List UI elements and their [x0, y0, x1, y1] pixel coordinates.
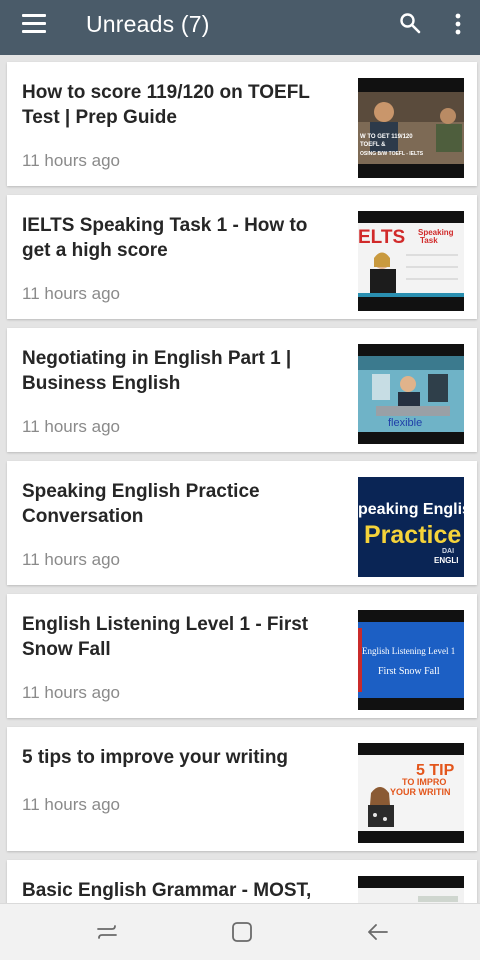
list-item[interactable]: Negotiating in English Part 1 | Business…: [7, 328, 477, 452]
thumbnail-art: flexible: [358, 356, 464, 432]
video-thumbnail: flexible: [358, 344, 464, 444]
video-thumbnail: [358, 876, 464, 903]
thumb-line-1: ELTS: [358, 227, 405, 248]
video-thumbnail: 5 TIP TO IMPRO YOUR WRITIN: [358, 743, 464, 843]
list-item[interactable]: IELTS Speaking Task 1 - How to get a hig…: [7, 195, 477, 319]
item-time: 11 hours ago: [22, 550, 120, 569]
item-time: 11 hours ago: [22, 683, 120, 702]
thumbnail-art: peaking Englis Practice DAI ENGLI: [358, 477, 464, 577]
item-title: IELTS Speaking Task 1 - How to get a hig…: [22, 215, 308, 261]
thumb-line-3: OSING B/W TOEFL - IELTS: [360, 151, 424, 157]
list-item[interactable]: Basic English Grammar - MOST, ALMOST or …: [7, 860, 477, 903]
thumbnail-art: ELTS Speaking Task: [358, 223, 464, 297]
item-title: Basic English Grammar - MOST, ALMOST or …: [22, 880, 312, 901]
item-title: 5 tips to improve your writing: [22, 747, 289, 768]
item-title: Negotiating in English Part 1 | Business…: [22, 348, 292, 394]
more-vert-icon[interactable]: [448, 11, 468, 37]
video-thumbnail: ELTS Speaking Task: [358, 211, 464, 311]
system-nav-bar: [0, 903, 480, 960]
thumbnail-art: English Listening Level 1 First Snow Fal…: [358, 622, 464, 698]
video-thumbnail: W TO GET 119/120 TOEFL & OSING B/W TOEFL…: [358, 78, 464, 178]
thumb-line-1: flexible: [388, 417, 422, 429]
list-item[interactable]: 5 tips to improve your writing 11 hours …: [7, 727, 477, 851]
thumb-line-1: peaking Englis: [358, 501, 464, 518]
video-thumbnail: peaking Englis Practice DAI ENGLI: [358, 477, 464, 577]
thumbnail-art: 5 TIP TO IMPRO YOUR WRITIN: [358, 755, 464, 831]
thumb-line-3: YOUR WRITIN: [390, 787, 451, 797]
item-title: How to score 119/120 on TOEFL Test | Pre…: [22, 82, 310, 128]
thumbnail-art: W TO GET 119/120 TOEFL & OSING B/W TOEFL…: [358, 92, 464, 164]
video-thumbnail: English Listening Level 1 First Snow Fal…: [358, 610, 464, 710]
thumb-line-2: First Snow Fall: [378, 666, 440, 677]
thumbnail-art: [358, 888, 464, 903]
app-bar: Unreads (7): [0, 0, 480, 55]
video-list: How to score 119/120 on TOEFL Test | Pre…: [0, 55, 480, 903]
list-item[interactable]: Speaking English Practice Conversation 1…: [7, 461, 477, 585]
thumb-line-1: W TO GET 119/120: [360, 134, 413, 140]
thumb-line-4: ENGLI: [434, 556, 458, 565]
item-time: 11 hours ago: [22, 284, 120, 303]
recent-apps-icon[interactable]: [94, 920, 120, 944]
menu-icon[interactable]: [22, 14, 46, 34]
thumb-line-1: English Listening Level 1: [362, 646, 455, 656]
search-icon[interactable]: [398, 11, 422, 35]
thumb-line-3: DAI: [442, 548, 454, 555]
home-icon[interactable]: [229, 920, 255, 944]
item-time: 11 hours ago: [22, 795, 120, 814]
thumb-line-2: TO IMPRO: [402, 777, 446, 787]
item-title: English Listening Level 1 - First Snow F…: [22, 614, 309, 660]
back-icon[interactable]: [365, 920, 391, 944]
list-item[interactable]: English Listening Level 1 - First Snow F…: [7, 594, 477, 718]
thumb-line-2: TOEFL &: [360, 142, 386, 148]
thumb-line-3: Task: [420, 236, 438, 245]
list-item[interactable]: How to score 119/120 on TOEFL Test | Pre…: [7, 62, 477, 186]
item-time: 11 hours ago: [22, 151, 120, 170]
page-title: Unreads (7): [86, 11, 210, 37]
item-time: 11 hours ago: [22, 417, 120, 436]
thumb-line-2: Practice: [364, 521, 461, 549]
item-title: Speaking English Practice Conversation: [22, 481, 260, 527]
